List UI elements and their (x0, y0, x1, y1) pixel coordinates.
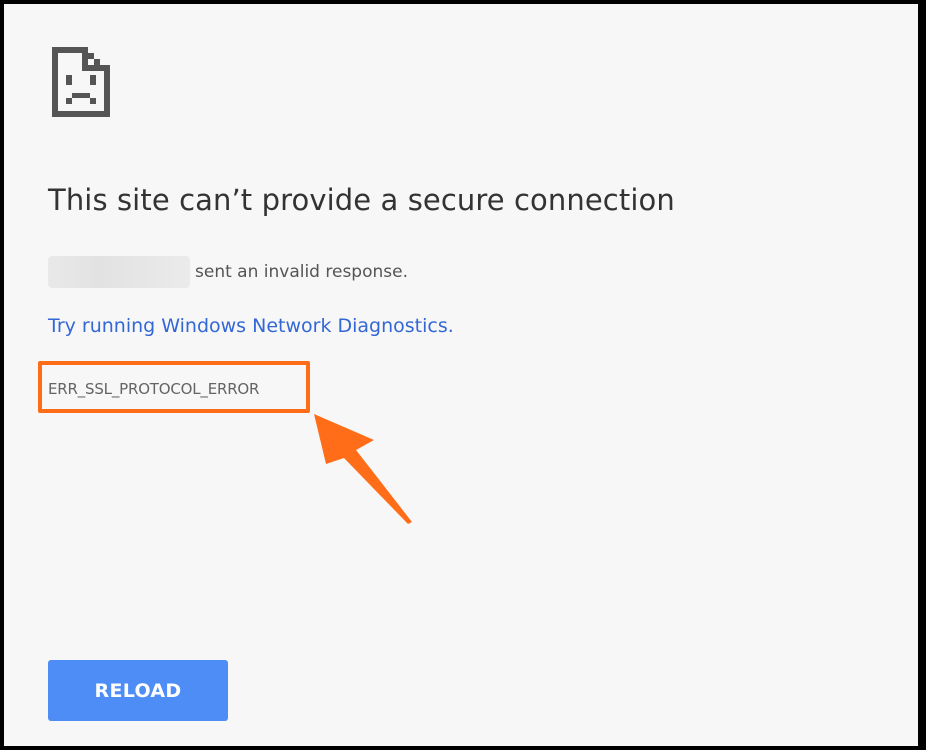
reload-button[interactable]: RELOAD (48, 660, 228, 721)
blurred-hostname (48, 256, 190, 288)
page-title: This site can’t provide a secure connect… (48, 183, 675, 217)
network-diagnostics-link[interactable]: Try running Windows Network Diagnostics. (48, 312, 454, 340)
error-code-highlight-box (38, 361, 310, 413)
error-page: This site can’t provide a secure connect… (4, 4, 918, 746)
host-message-line: sent an invalid response. (48, 256, 408, 288)
host-message: sent an invalid response. (195, 262, 408, 282)
sad-page-icon (52, 47, 110, 117)
orange-arrow-icon (314, 414, 412, 524)
